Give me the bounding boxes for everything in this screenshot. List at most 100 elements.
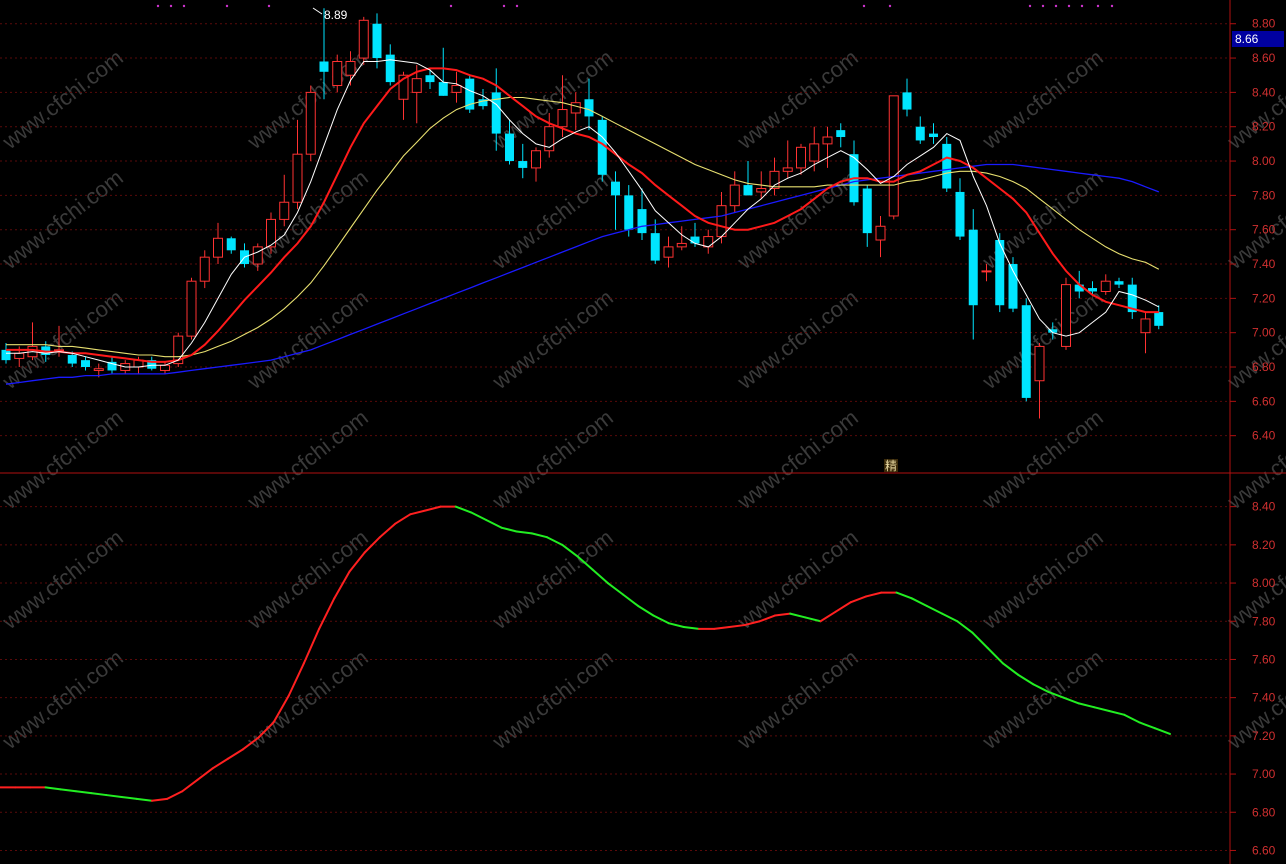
candle-body-down <box>518 161 528 168</box>
signal-dot <box>156 4 160 8</box>
candle-body-down <box>372 23 382 59</box>
candle-body-down <box>319 61 329 72</box>
marker-badge: 精 <box>884 459 898 473</box>
indicator-tick-label: 7.40 <box>1252 691 1276 705</box>
indicator-segment <box>454 505 473 514</box>
candle-body-up <box>729 184 740 207</box>
signal-dot <box>502 4 506 8</box>
indicator-segment <box>986 646 1004 665</box>
signal-dot <box>1028 4 1032 8</box>
candle-body-down <box>637 209 647 234</box>
signal-dots <box>156 4 1114 8</box>
indicator-segment <box>59 788 77 793</box>
indicator-segment <box>925 604 944 615</box>
candle-body-down <box>942 143 952 189</box>
watermark-text: www.cfchi.com <box>0 525 128 635</box>
candle-body-down <box>968 229 978 306</box>
candle-body-down <box>690 236 700 244</box>
candle-body-up <box>663 246 674 258</box>
indicator-segment <box>637 604 655 617</box>
signal-dot <box>1110 4 1114 8</box>
watermark-text: www.cfchi.com <box>1222 405 1286 515</box>
candle-body-down <box>743 185 753 196</box>
candle-body-down <box>438 82 448 96</box>
watermark-text: www.cfchi.com <box>487 165 618 275</box>
signal-dot <box>449 4 453 8</box>
candle-body-up <box>809 143 820 162</box>
indicator-segment <box>895 591 913 600</box>
candle-body-up <box>822 136 833 145</box>
candle-body-down <box>650 233 660 261</box>
watermark-text: www.cfchi.com <box>977 405 1108 515</box>
candle-body-down <box>611 181 620 196</box>
indicator-segment <box>1001 662 1020 676</box>
indicator-tick-label: 7.00 <box>1252 767 1276 781</box>
candle-body-up <box>93 368 104 371</box>
indicator-segment <box>819 610 837 623</box>
signal-dot <box>888 4 892 8</box>
candle-body-up <box>451 85 462 93</box>
indicator-segment <box>90 792 108 797</box>
candle-body-down <box>1154 312 1164 326</box>
candle-body-down <box>67 355 77 364</box>
signal-dot <box>1054 4 1058 8</box>
signal-dot <box>1080 4 1084 8</box>
signal-dot <box>267 4 271 8</box>
indicator-segment <box>1138 721 1156 730</box>
indicator-segment <box>181 778 199 793</box>
watermark-text: www.cfchi.com <box>0 285 128 395</box>
signal-dot <box>182 4 186 8</box>
indicator-segment <box>302 627 321 665</box>
indicator-tick-label: 7.20 <box>1252 729 1276 743</box>
indicator-segment <box>865 591 883 598</box>
candle-body-up <box>199 256 210 282</box>
candle-body-up <box>981 270 992 273</box>
signal-dot <box>225 4 229 8</box>
candle-body-down <box>81 360 90 368</box>
indicator-segment <box>530 532 549 539</box>
indicator-segment <box>910 597 928 607</box>
watermark-text: www.cfchi.com <box>732 525 863 635</box>
main-tick-label: 7.20 <box>1252 291 1276 305</box>
watermark-text: www.cfchi.com <box>487 645 618 755</box>
main-tick-label: 7.00 <box>1252 326 1276 340</box>
candle-body-up <box>279 201 290 220</box>
indicator-segment <box>546 536 564 546</box>
watermark-text: www.cfchi.com <box>0 45 128 155</box>
indicator-segment <box>120 795 138 800</box>
signal-dot <box>169 4 173 8</box>
indicator-segment <box>424 505 442 512</box>
indicator-segment <box>1077 702 1096 709</box>
indicator-tick-label: 7.80 <box>1252 614 1276 628</box>
indicator-segment <box>485 519 503 529</box>
indicator-segment <box>971 631 989 649</box>
watermark-text: www.cfchi.com <box>487 405 618 515</box>
candle-body-down <box>584 99 594 117</box>
indicator-segment <box>135 797 153 802</box>
watermark-text: www.cfchi.com <box>0 165 128 275</box>
indicator-segment <box>956 620 974 634</box>
main-tick-label: 7.40 <box>1252 257 1276 271</box>
indicator-segment <box>652 614 670 625</box>
main-tick-label: 6.60 <box>1252 394 1276 408</box>
watermark-text: www.cfchi.com <box>732 405 863 515</box>
watermark-text: www.cfchi.com <box>242 405 373 515</box>
watermark-layer: www.cfchi.com www.cfchi.com www.cfchi.com w… <box>0 45 1286 755</box>
indicator-segment <box>226 748 245 760</box>
indicator-segment <box>789 612 807 619</box>
candle-body-up <box>716 205 727 238</box>
indicator-segment <box>394 513 412 525</box>
marker-badge-label: 精 <box>885 459 897 473</box>
main-tick-label: 8.40 <box>1252 85 1276 99</box>
candle-body-up <box>160 364 170 371</box>
indicator-segment <box>44 786 62 791</box>
candle-body-up <box>345 60 356 76</box>
candle-body-up <box>782 167 793 172</box>
candle-body-up <box>14 352 25 359</box>
indicator-segment <box>713 625 731 630</box>
indicator-segment <box>166 790 184 800</box>
indicator-segment <box>211 757 229 770</box>
candle-body-up <box>292 153 303 203</box>
watermark-text: www.cfchi.com <box>487 285 618 395</box>
candle-body-up <box>676 242 687 248</box>
